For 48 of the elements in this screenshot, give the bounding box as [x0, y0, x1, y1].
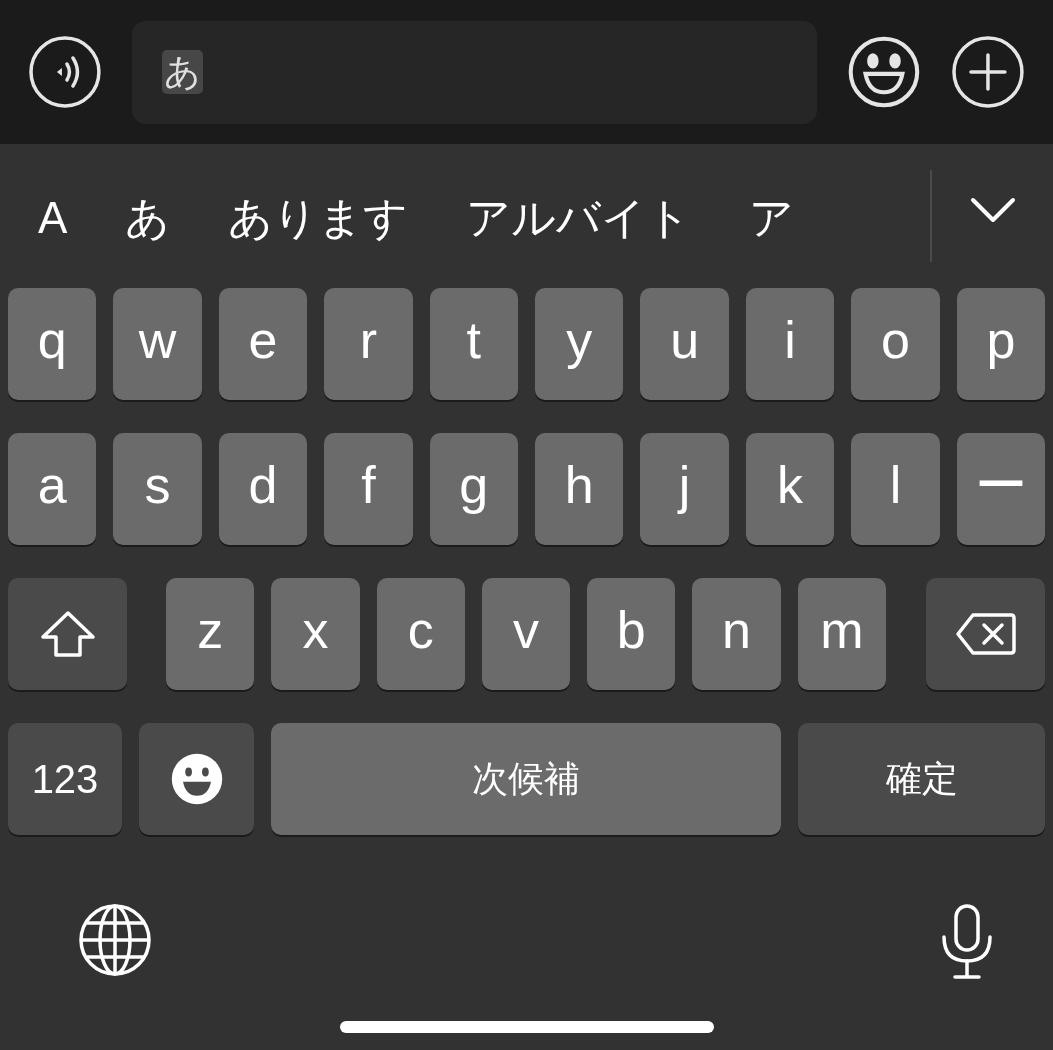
candidate-word[interactable]: あ	[125, 196, 171, 240]
letter-key[interactable]: l	[851, 433, 940, 545]
letter-key[interactable]: u	[640, 288, 729, 400]
globe-icon[interactable]	[78, 903, 152, 977]
backspace-icon	[954, 612, 1017, 656]
chevron-down-icon[interactable]	[970, 197, 1016, 225]
letter-key[interactable]: h	[535, 433, 624, 545]
letter-key[interactable]: a	[8, 433, 97, 545]
letter-key[interactable]: y	[535, 288, 624, 400]
letter-key[interactable]: w	[113, 288, 202, 400]
candidate-word[interactable]: あります	[228, 196, 409, 240]
numbers-key[interactable]: 123	[8, 723, 122, 835]
letter-key[interactable]: ー	[956, 433, 1046, 545]
letter-key[interactable]: z	[166, 578, 255, 690]
letter-key[interactable]: f	[324, 433, 413, 545]
composing-text: あ	[161, 50, 203, 94]
letter-key[interactable]: d	[218, 433, 308, 545]
shift-icon	[38, 610, 97, 658]
letter-key[interactable]: n	[692, 578, 781, 690]
letter-key[interactable]: s	[113, 433, 202, 545]
letter-key[interactable]: v	[481, 578, 571, 690]
candidate-word[interactable]: アルバイト	[466, 196, 692, 240]
delete-key[interactable]	[926, 578, 1045, 690]
emoji-key[interactable]	[139, 723, 254, 835]
confirm-key[interactable]: 確定	[798, 723, 1045, 835]
letter-key[interactable]: j	[640, 433, 729, 545]
letter-key[interactable]: q	[8, 288, 97, 400]
letter-key[interactable]: r	[324, 288, 413, 400]
shift-key[interactable]	[8, 578, 127, 690]
letter-key[interactable]: g	[429, 433, 519, 545]
letter-key[interactable]: x	[271, 578, 360, 690]
candidate-word[interactable]: ア	[749, 196, 795, 240]
letter-key[interactable]: c	[376, 578, 465, 690]
letter-key[interactable]: e	[218, 288, 308, 400]
sound-icon[interactable]	[28, 35, 102, 109]
letter-key[interactable]: t	[429, 288, 519, 400]
letter-key[interactable]: p	[956, 288, 1046, 400]
letter-key[interactable]: b	[587, 578, 676, 690]
letter-key[interactable]: m	[797, 578, 886, 690]
candidate-word[interactable]: A	[38, 196, 68, 240]
emoji-icon[interactable]	[847, 35, 922, 109]
microphone-icon[interactable]	[939, 903, 995, 981]
letter-key[interactable]: i	[745, 288, 835, 400]
message-field[interactable]: あ	[131, 20, 818, 124]
letter-key[interactable]: k	[745, 433, 835, 545]
space-key[interactable]: 次候補	[271, 723, 781, 835]
letter-key[interactable]: o	[851, 288, 940, 400]
plus-icon[interactable]	[951, 35, 1025, 109]
